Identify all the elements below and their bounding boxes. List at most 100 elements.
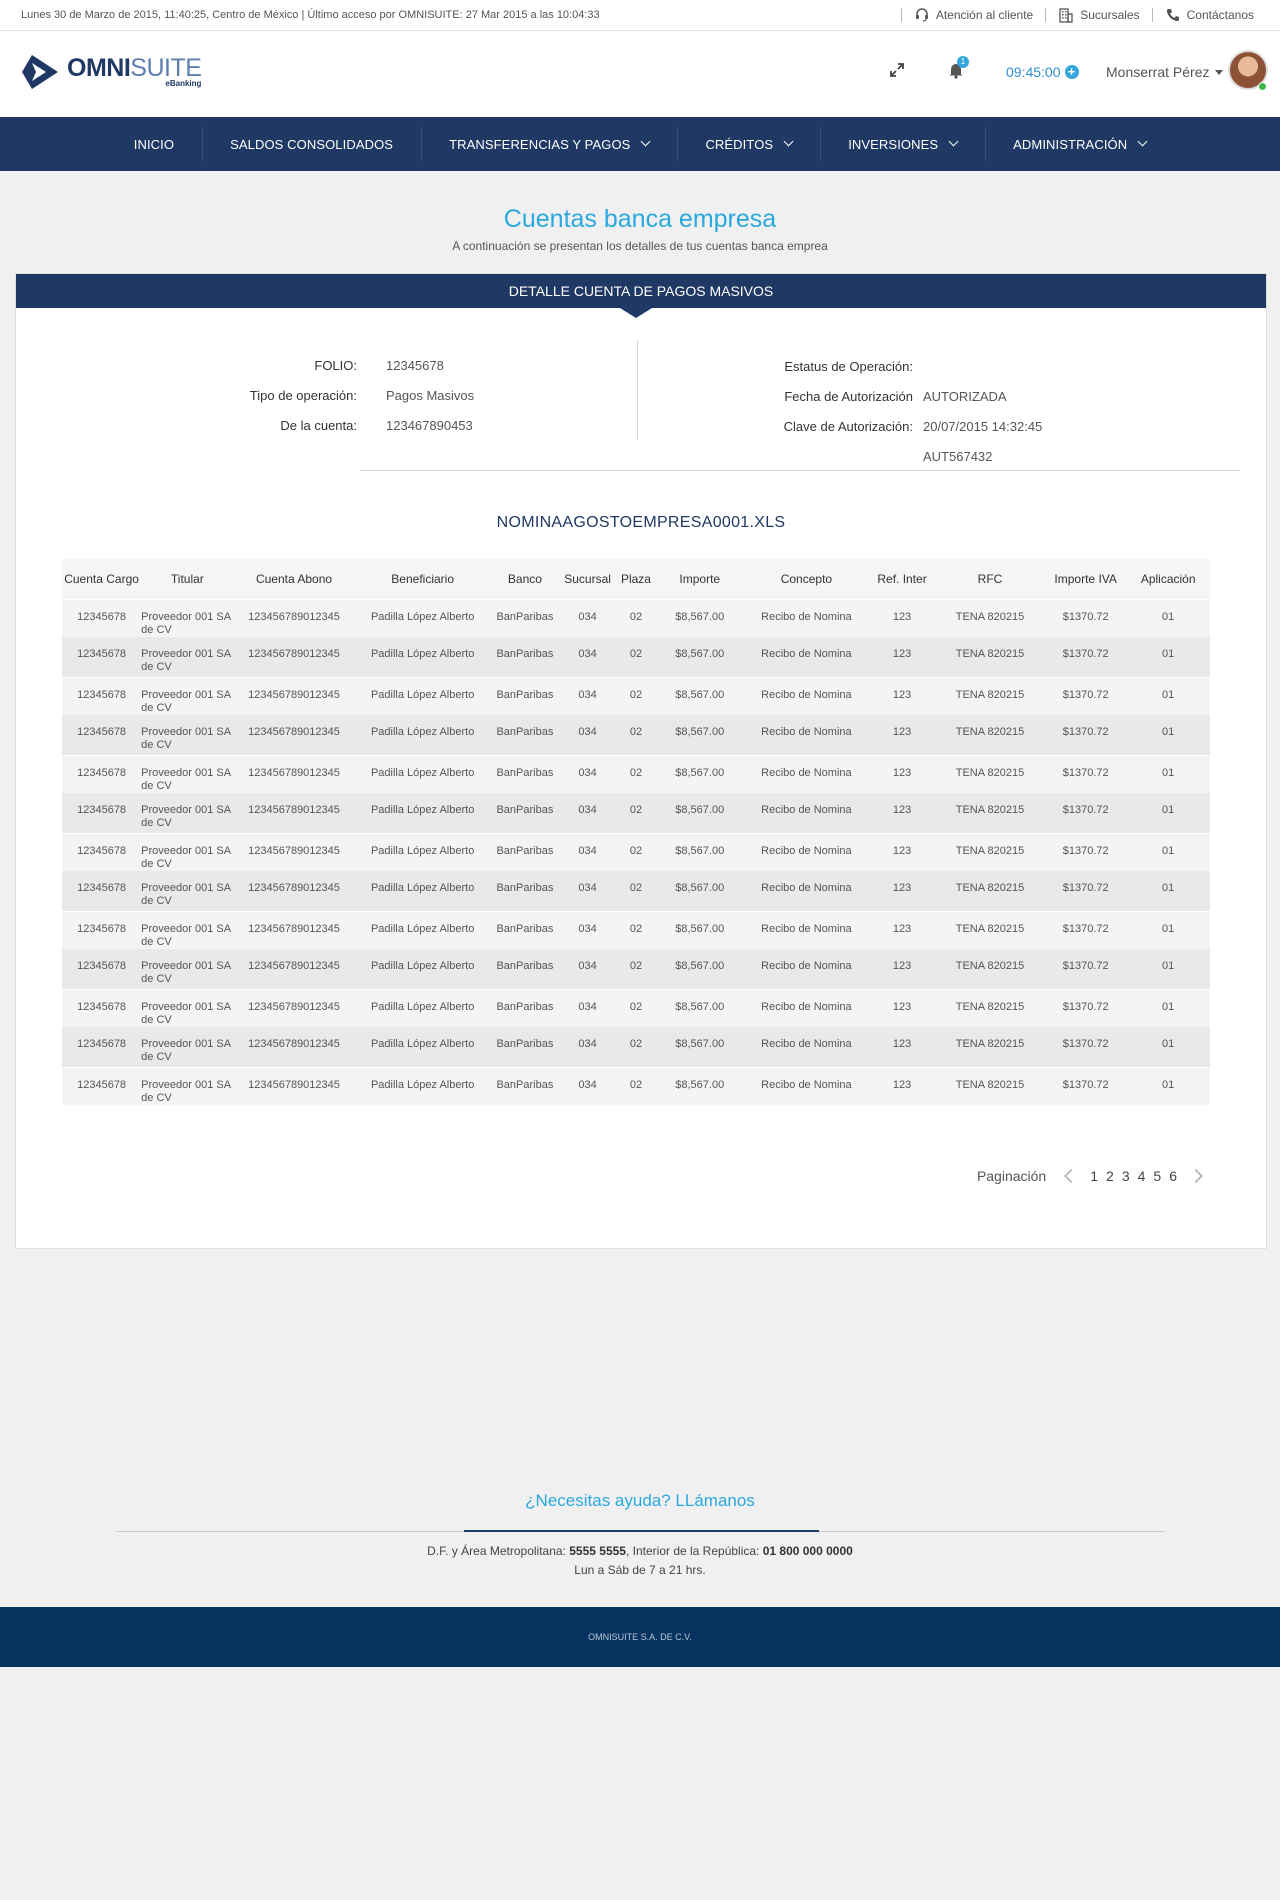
chevron-left-icon[interactable]: [1064, 1168, 1079, 1184]
customer-service-link[interactable]: Atención al cliente: [914, 7, 1033, 23]
table-cell: $1370.72: [1044, 754, 1127, 793]
expand-icon: [890, 63, 904, 77]
table-cell: 01: [1126, 1027, 1210, 1068]
page-link[interactable]: 3: [1122, 1168, 1130, 1184]
table-cell: TENA 820215: [935, 715, 1045, 756]
table-row[interactable]: 12345678 Proveedor 001 SA de CV 1234567890…: [62, 871, 1210, 912]
help-hours: Lun a Sáb de 7 a 21 hrs.: [574, 1563, 706, 1577]
table-cell: 034: [559, 988, 617, 1027]
omnisuite-logo[interactable]: OMNISUITE eBanking: [20, 53, 202, 91]
table-row[interactable]: 12345678 Proveedor 001 SA de CV 1234567890…: [62, 1066, 1210, 1105]
table-cell: 034: [559, 676, 617, 715]
column-header[interactable]: Beneficiario: [354, 559, 491, 599]
divider-accent: [464, 1530, 819, 1532]
contact-link[interactable]: Contáctanos: [1165, 7, 1254, 23]
table-cell: 01: [1126, 676, 1210, 715]
nav-item-inicio[interactable]: INICIO: [106, 117, 202, 171]
table-cell: BanParibas: [490, 637, 559, 678]
national-phone[interactable]: 01 800 000 0000: [763, 1544, 853, 1558]
headset-icon: [915, 8, 928, 22]
table-row[interactable]: 12345678 Proveedor 001 SA de CV 1234567890…: [62, 754, 1210, 793]
nav-item-saldos[interactable]: SALDOS CONSOLIDADOS: [202, 117, 421, 171]
nav-item-administracion[interactable]: ADMINISTRACIÓN: [985, 117, 1174, 171]
help-text: , Interior de la República:: [625, 1544, 763, 1558]
page-link[interactable]: 5: [1153, 1168, 1161, 1184]
table-cell: Recibo de Nomina: [743, 910, 870, 949]
column-header[interactable]: Plaza: [616, 559, 656, 599]
table-cell: Padilla López Alberto: [354, 832, 491, 871]
help-phones: D.F. y Área Metropolitana: 5555 5555, In…: [0, 1544, 1280, 1558]
table-cell: Proveedor 001 SA de CV: [141, 832, 234, 871]
page-link[interactable]: 4: [1138, 1168, 1146, 1184]
detail-card: DETALLE CUENTA DE PAGOS MASIVOS FOLIO: 1…: [15, 273, 1267, 1249]
table-cell: 12345678: [62, 1066, 142, 1105]
table-row[interactable]: 12345678 Proveedor 001 SA de CV 1234567890…: [62, 988, 1210, 1027]
chevron-right-icon[interactable]: [1188, 1168, 1204, 1184]
table-row[interactable]: 12345678 Proveedor 001 SA de CV 1234567890…: [62, 832, 1210, 871]
table-row[interactable]: 12345678 Proveedor 001 SA de CV 1234567890…: [62, 598, 1210, 637]
table-cell: Recibo de Nomina: [743, 949, 870, 990]
page-subtitle: A continuación se presentan los detalles…: [452, 239, 828, 253]
table-cell: $1370.72: [1044, 910, 1127, 949]
table-row[interactable]: 12345678 Proveedor 001 SA de CV 1234567890…: [62, 910, 1210, 949]
auth-date-value: 20/07/2015 14:32:45: [923, 419, 1043, 434]
nav-item-transferencias[interactable]: TRANSFERENCIAS Y PAGOS: [421, 117, 677, 171]
page-link[interactable]: 6: [1169, 1168, 1177, 1184]
nav-item-creditos[interactable]: CRÉDITOS: [677, 117, 820, 171]
page-link[interactable]: 2: [1106, 1168, 1114, 1184]
table-cell: BanParibas: [490, 676, 559, 715]
column-header[interactable]: Titular: [141, 559, 234, 599]
column-header[interactable]: Aplicación: [1126, 559, 1210, 599]
table-cell: 123456789012345: [233, 871, 355, 912]
table-cell: Proveedor 001 SA de CV: [141, 598, 234, 637]
table-cell: BanParibas: [490, 1066, 559, 1105]
table-row[interactable]: 12345678 Proveedor 001 SA de CV 1234567890…: [62, 676, 1210, 715]
table-cell: 123: [869, 754, 936, 793]
column-header[interactable]: Concepto: [743, 559, 870, 599]
table-cell: 123456789012345: [233, 1027, 355, 1068]
page-link[interactable]: 1: [1090, 1168, 1098, 1184]
column-header[interactable]: Sucursal: [559, 559, 617, 599]
column-header[interactable]: Importe: [655, 559, 744, 599]
table-cell: 034: [559, 949, 617, 990]
table-cell: $1370.72: [1044, 832, 1127, 871]
column-header[interactable]: RFC: [935, 559, 1045, 599]
table-cell: TENA 820215: [935, 910, 1045, 949]
table-cell: Proveedor 001 SA de CV: [141, 1066, 234, 1105]
table-cell: $1370.72: [1044, 1066, 1127, 1105]
table-cell: 12345678: [62, 1027, 142, 1068]
table-cell: $8,567.00: [655, 988, 744, 1027]
branches-link[interactable]: Sucursales: [1058, 7, 1140, 23]
table-row[interactable]: 12345678 Proveedor 001 SA de CV 1234567890…: [62, 949, 1210, 990]
table-cell: 02: [616, 754, 656, 793]
building-icon: [1059, 8, 1073, 23]
column-header[interactable]: Importe IVA: [1044, 559, 1127, 599]
table-cell: 01: [1126, 949, 1210, 990]
auth-key-label: Clave de Autorización:: [783, 419, 913, 434]
column-header[interactable]: Banco: [490, 559, 559, 599]
notifications-button[interactable]: 1: [947, 56, 969, 84]
nav-item-inversiones[interactable]: INVERSIONES: [820, 117, 985, 171]
table-cell: 02: [616, 871, 656, 912]
fullscreen-button[interactable]: [888, 61, 906, 84]
user-menu[interactable]: Monserrat Pérez: [1106, 64, 1224, 80]
table-row[interactable]: 12345678 Proveedor 001 SA de CV 1234567890…: [62, 715, 1210, 756]
column-header[interactable]: Ref. Inter: [869, 559, 936, 599]
table-cell: 123456789012345: [233, 676, 355, 715]
table-cell: Proveedor 001 SA de CV: [141, 988, 234, 1027]
column-header[interactable]: Cuenta Abono: [233, 559, 355, 599]
table-cell: 123: [869, 910, 936, 949]
table-row[interactable]: 12345678 Proveedor 001 SA de CV 1234567890…: [62, 793, 1210, 834]
table-row[interactable]: 12345678 Proveedor 001 SA de CV 1234567890…: [62, 1027, 1210, 1068]
table-cell: $8,567.00: [655, 1027, 744, 1068]
table-row[interactable]: 12345678 Proveedor 001 SA de CV 1234567890…: [62, 637, 1210, 678]
divider: [900, 8, 902, 22]
table-cell: Proveedor 001 SA de CV: [141, 871, 234, 912]
add-time-icon[interactable]: +: [1064, 65, 1079, 79]
session-clock: 09:45:00 +: [1006, 64, 1079, 80]
operation-type-value: Pagos Masivos: [386, 388, 475, 403]
metro-phone[interactable]: 5555 5555: [569, 1544, 626, 1558]
column-header[interactable]: Cuenta Cargo: [62, 559, 142, 599]
table-cell: 12345678: [62, 871, 142, 912]
table-cell: 12345678: [62, 949, 142, 990]
